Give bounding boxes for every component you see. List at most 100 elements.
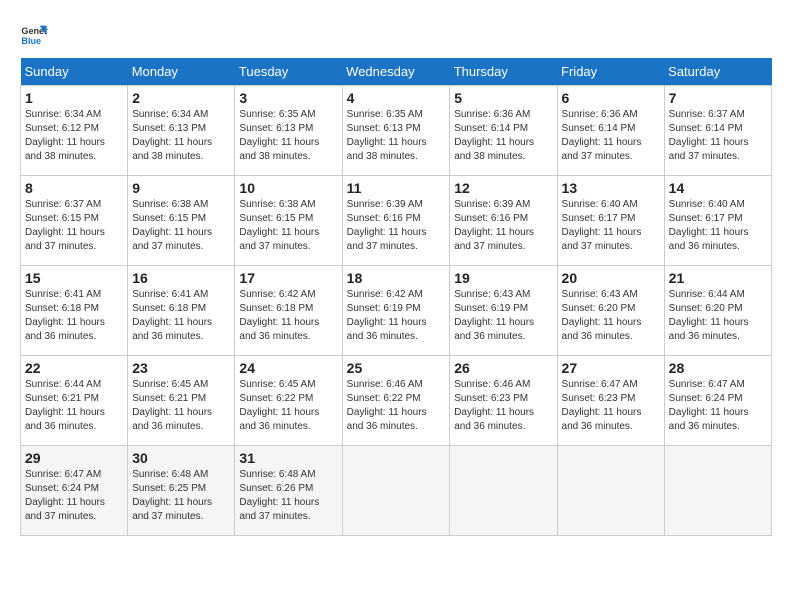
calendar-cell: 1 Sunrise: 6:34 AM Sunset: 6:12 PM Daylig… xyxy=(21,86,128,176)
day-detail: Sunrise: 6:37 AM Sunset: 6:15 PM Dayligh… xyxy=(25,198,123,254)
calendar-cell: 6 Sunrise: 6:36 AM Sunset: 6:14 PM Daylig… xyxy=(557,86,664,176)
day-number: 8 xyxy=(25,180,123,196)
day-number: 19 xyxy=(454,270,552,286)
day-number: 24 xyxy=(239,360,337,376)
day-detail: Sunrise: 6:36 AM Sunset: 6:14 PM Dayligh… xyxy=(562,108,660,164)
day-number: 18 xyxy=(347,270,446,286)
day-detail: Sunrise: 6:35 AM Sunset: 6:13 PM Dayligh… xyxy=(347,108,446,164)
calendar-cell xyxy=(557,446,664,536)
calendar-cell: 19 Sunrise: 6:43 AM Sunset: 6:19 PM Dayli… xyxy=(450,266,557,356)
calendar-cell: 8 Sunrise: 6:37 AM Sunset: 6:15 PM Daylig… xyxy=(21,176,128,266)
day-detail: Sunrise: 6:47 AM Sunset: 6:23 PM Dayligh… xyxy=(562,378,660,434)
calendar-cell: 24 Sunrise: 6:45 AM Sunset: 6:22 PM Dayli… xyxy=(235,356,342,446)
calendar-cell: 23Sunrise: 6:45 AM Sunset: 6:21 PM Dayli… xyxy=(128,356,235,446)
day-detail: Sunrise: 6:36 AM Sunset: 6:14 PM Dayligh… xyxy=(454,108,552,164)
calendar-cell: 11 Sunrise: 6:39 AM Sunset: 6:16 PM Dayli… xyxy=(342,176,450,266)
calendar-cell: 2Sunrise: 6:34 AM Sunset: 6:13 PM Daylig… xyxy=(128,86,235,176)
day-detail: Sunrise: 6:41 AM Sunset: 6:18 PM Dayligh… xyxy=(25,288,123,344)
calendar-cell: 29 Sunrise: 6:47 AM Sunset: 6:24 PM Dayli… xyxy=(21,446,128,536)
day-detail: Sunrise: 6:48 AM Sunset: 6:26 PM Dayligh… xyxy=(239,468,337,524)
calendar-cell: 28 Sunrise: 6:47 AM Sunset: 6:24 PM Dayli… xyxy=(664,356,771,446)
calendar-cell: 26Sunrise: 6:46 AM Sunset: 6:23 PM Dayli… xyxy=(450,356,557,446)
calendar-cell: 9 Sunrise: 6:38 AM Sunset: 6:15 PM Daylig… xyxy=(128,176,235,266)
day-detail: Sunrise: 6:42 AM Sunset: 6:19 PM Dayligh… xyxy=(347,288,446,344)
day-number: 6 xyxy=(562,90,660,106)
calendar-cell: 3 Sunrise: 6:35 AM Sunset: 6:13 PM Daylig… xyxy=(235,86,342,176)
day-detail: Sunrise: 6:34 AM Sunset: 6:13 PM Dayligh… xyxy=(132,108,230,164)
col-header-monday: Monday xyxy=(128,58,235,86)
day-detail: Sunrise: 6:44 AM Sunset: 6:21 PM Dayligh… xyxy=(25,378,123,434)
day-number: 13 xyxy=(562,180,660,196)
calendar-cell xyxy=(342,446,450,536)
day-number: 31 xyxy=(239,450,337,466)
calendar-cell: 20Sunrise: 6:43 AM Sunset: 6:20 PM Dayli… xyxy=(557,266,664,356)
day-detail: Sunrise: 6:38 AM Sunset: 6:15 PM Dayligh… xyxy=(132,198,230,254)
day-number: 5 xyxy=(454,90,552,106)
day-detail: Sunrise: 6:43 AM Sunset: 6:19 PM Dayligh… xyxy=(454,288,552,344)
day-detail: Sunrise: 6:39 AM Sunset: 6:16 PM Dayligh… xyxy=(347,198,446,254)
calendar-week-1: 1 Sunrise: 6:34 AM Sunset: 6:12 PM Daylig… xyxy=(21,86,772,176)
day-detail: Sunrise: 6:40 AM Sunset: 6:17 PM Dayligh… xyxy=(562,198,660,254)
col-header-saturday: Saturday xyxy=(664,58,771,86)
calendar-cell: 25Sunrise: 6:46 AM Sunset: 6:22 PM Dayli… xyxy=(342,356,450,446)
day-number: 4 xyxy=(347,90,446,106)
col-header-friday: Friday xyxy=(557,58,664,86)
calendar-cell: 22 Sunrise: 6:44 AM Sunset: 6:21 PM Dayli… xyxy=(21,356,128,446)
day-number: 22 xyxy=(25,360,123,376)
day-number: 21 xyxy=(669,270,767,286)
calendar-cell: 15 Sunrise: 6:41 AM Sunset: 6:18 PM Dayli… xyxy=(21,266,128,356)
day-detail: Sunrise: 6:46 AM Sunset: 6:22 PM Dayligh… xyxy=(347,378,446,434)
day-number: 7 xyxy=(669,90,767,106)
day-number: 11 xyxy=(347,180,446,196)
calendar-cell: 21Sunrise: 6:44 AM Sunset: 6:20 PM Dayli… xyxy=(664,266,771,356)
day-number: 29 xyxy=(25,450,123,466)
day-detail: Sunrise: 6:47 AM Sunset: 6:24 PM Dayligh… xyxy=(25,468,123,524)
day-number: 23 xyxy=(132,360,230,376)
calendar-week-2: 8 Sunrise: 6:37 AM Sunset: 6:15 PM Daylig… xyxy=(21,176,772,266)
day-number: 30 xyxy=(132,450,230,466)
calendar-cell: 7 Sunrise: 6:37 AM Sunset: 6:14 PM Daylig… xyxy=(664,86,771,176)
calendar-cell: 18 Sunrise: 6:42 AM Sunset: 6:19 PM Dayli… xyxy=(342,266,450,356)
day-number: 28 xyxy=(669,360,767,376)
calendar-week-5: 29 Sunrise: 6:47 AM Sunset: 6:24 PM Dayli… xyxy=(21,446,772,536)
day-number: 14 xyxy=(669,180,767,196)
day-number: 3 xyxy=(239,90,337,106)
day-detail: Sunrise: 6:39 AM Sunset: 6:16 PM Dayligh… xyxy=(454,198,552,254)
day-detail: Sunrise: 6:47 AM Sunset: 6:24 PM Dayligh… xyxy=(669,378,767,434)
day-number: 16 xyxy=(132,270,230,286)
day-detail: Sunrise: 6:42 AM Sunset: 6:18 PM Dayligh… xyxy=(239,288,337,344)
day-number: 27 xyxy=(562,360,660,376)
day-number: 26 xyxy=(454,360,552,376)
calendar-week-3: 15 Sunrise: 6:41 AM Sunset: 6:18 PM Dayli… xyxy=(21,266,772,356)
col-header-wednesday: Wednesday xyxy=(342,58,450,86)
calendar-cell xyxy=(450,446,557,536)
calendar-cell: 12 Sunrise: 6:39 AM Sunset: 6:16 PM Dayli… xyxy=(450,176,557,266)
day-detail: Sunrise: 6:43 AM Sunset: 6:20 PM Dayligh… xyxy=(562,288,660,344)
day-number: 1 xyxy=(25,90,123,106)
calendar-table: SundayMondayTuesdayWednesdayThursdayFrid… xyxy=(20,58,772,536)
calendar-cell: 31 Sunrise: 6:48 AM Sunset: 6:26 PM Dayli… xyxy=(235,446,342,536)
day-number: 10 xyxy=(239,180,337,196)
day-number: 15 xyxy=(25,270,123,286)
day-detail: Sunrise: 6:40 AM Sunset: 6:17 PM Dayligh… xyxy=(669,198,767,254)
day-detail: Sunrise: 6:35 AM Sunset: 6:13 PM Dayligh… xyxy=(239,108,337,164)
page-header: General Blue xyxy=(20,20,772,48)
col-header-tuesday: Tuesday xyxy=(235,58,342,86)
calendar-cell: 5 Sunrise: 6:36 AM Sunset: 6:14 PM Daylig… xyxy=(450,86,557,176)
day-detail: Sunrise: 6:34 AM Sunset: 6:12 PM Dayligh… xyxy=(25,108,123,164)
day-detail: Sunrise: 6:45 AM Sunset: 6:22 PM Dayligh… xyxy=(239,378,337,434)
day-detail: Sunrise: 6:38 AM Sunset: 6:15 PM Dayligh… xyxy=(239,198,337,254)
calendar-cell: 16 Sunrise: 6:41 AM Sunset: 6:18 PM Dayli… xyxy=(128,266,235,356)
day-detail: Sunrise: 6:37 AM Sunset: 6:14 PM Dayligh… xyxy=(669,108,767,164)
col-header-sunday: Sunday xyxy=(21,58,128,86)
calendar-cell: 17Sunrise: 6:42 AM Sunset: 6:18 PM Dayli… xyxy=(235,266,342,356)
col-header-thursday: Thursday xyxy=(450,58,557,86)
calendar-cell: 14 Sunrise: 6:40 AM Sunset: 6:17 PM Dayli… xyxy=(664,176,771,266)
day-detail: Sunrise: 6:41 AM Sunset: 6:18 PM Dayligh… xyxy=(132,288,230,344)
day-number: 12 xyxy=(454,180,552,196)
day-detail: Sunrise: 6:48 AM Sunset: 6:25 PM Dayligh… xyxy=(132,468,230,524)
calendar-cell: 4 Sunrise: 6:35 AM Sunset: 6:13 PM Daylig… xyxy=(342,86,450,176)
svg-text:Blue: Blue xyxy=(21,36,41,46)
calendar-cell: 10 Sunrise: 6:38 AM Sunset: 6:15 PM Dayli… xyxy=(235,176,342,266)
day-number: 9 xyxy=(132,180,230,196)
